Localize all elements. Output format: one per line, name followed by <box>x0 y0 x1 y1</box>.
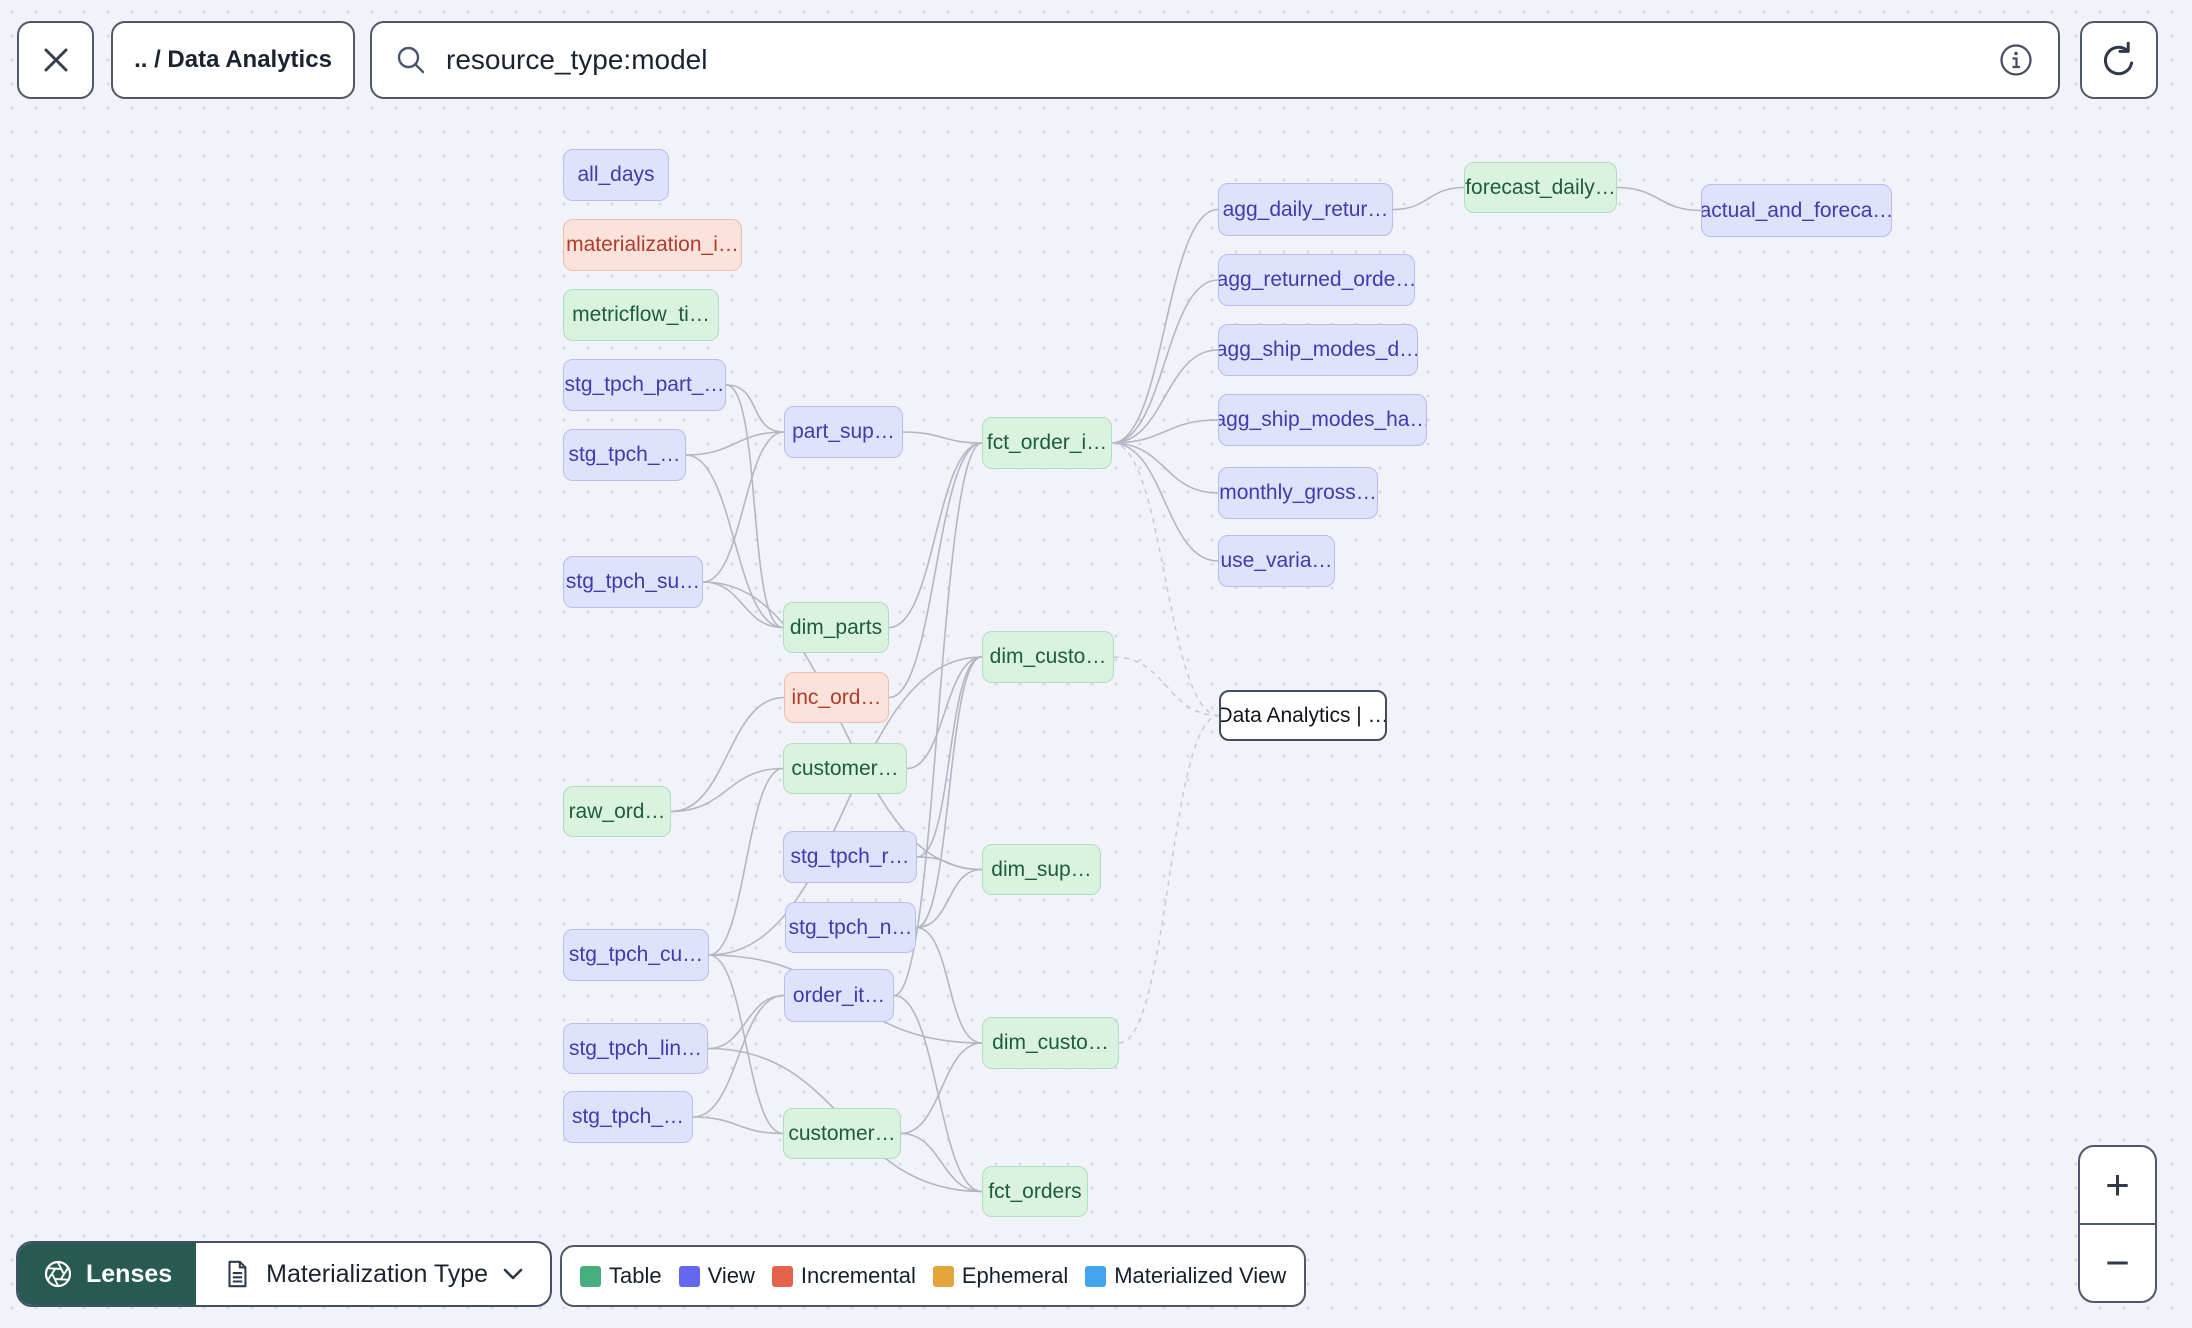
graph-node-agg_returned_orders[interactable]: agg_returned_orde… <box>1218 254 1415 306</box>
lenses-button[interactable]: Lenses <box>18 1243 197 1305</box>
graph-node-materialization_incr[interactable]: materialization_i… <box>563 219 742 271</box>
graph-node-stg_tpch_parts[interactable]: stg_tpch_part_… <box>563 359 726 411</box>
legend-item-ephemeral: Ephemeral <box>932 1263 1069 1289</box>
graph-node-forecast_daily[interactable]: forecast_daily… <box>1464 162 1617 213</box>
breadcrumb-button[interactable]: .. / Data Analytics <box>111 21 355 99</box>
minus-icon: − <box>2105 1239 2130 1286</box>
graph-node-stg_tpch_line[interactable]: stg_tpch_lin… <box>563 1023 708 1074</box>
graph-node-dim_customers_a[interactable]: dim_custo… <box>982 631 1114 683</box>
graph-node-fct_order_items[interactable]: fct_order_i… <box>982 417 1112 469</box>
graph-node-agg_ship_modes_d[interactable]: agg_ship_modes_d… <box>1218 324 1418 376</box>
graph-node-stg_tpch_a[interactable]: stg_tpch_… <box>563 429 686 481</box>
graph-node-actual_and_forecast[interactable]: actual_and_foreca… <box>1701 184 1892 237</box>
graph-node-exposure_data_analytics[interactable]: Data Analytics | … <box>1219 690 1387 741</box>
graph-node-use_varia[interactable]: use_varia… <box>1218 535 1335 587</box>
legend-item-incremental: Incremental <box>771 1263 916 1289</box>
graph-node-order_items[interactable]: order_it… <box>784 969 894 1022</box>
close-icon <box>44 48 67 72</box>
refresh-icon <box>2103 41 2134 76</box>
breadcrumb-label: .. / Data Analytics <box>134 46 332 73</box>
lenses-label: Lenses <box>86 1259 173 1288</box>
materialization-legend: Table View Incremental Ephemeral Materialize… <box>560 1245 1307 1307</box>
graph-node-stg_tpch_b[interactable]: stg_tpch_… <box>563 1091 693 1143</box>
close-button[interactable] <box>17 21 94 99</box>
zoom-in-button[interactable]: + <box>2080 1147 2155 1225</box>
graph-node-inc_ord[interactable]: inc_ord… <box>784 672 889 723</box>
lens-selector[interactable]: Materialization Type <box>196 1243 550 1305</box>
graph-node-dim_parts[interactable]: dim_parts <box>783 602 889 653</box>
graph-node-all_days[interactable]: all_days <box>563 149 669 201</box>
legend-swatch <box>771 1265 793 1287</box>
graph-node-stg_tpch_suppliers[interactable]: stg_tpch_su… <box>563 556 703 608</box>
graph-node-stg_tpch_regions[interactable]: stg_tpch_r… <box>783 831 917 883</box>
legend-label: View <box>707 1263 755 1288</box>
graph-node-dim_customers_b[interactable]: dim_custo… <box>982 1017 1119 1069</box>
graph-node-agg_daily_returns[interactable]: agg_daily_retur… <box>1218 183 1393 236</box>
graph-node-raw_orders[interactable]: raw_ord… <box>563 786 671 837</box>
legend-label: Incremental <box>800 1263 916 1288</box>
legend-item-view: View <box>678 1263 755 1289</box>
legend-item-table: Table <box>580 1263 662 1289</box>
lens-bar: Lenses Materialization Type <box>16 1241 553 1307</box>
info-icon[interactable] <box>1996 40 2036 80</box>
nodes-layer: all_days materialization_i… metricflow_ti…… <box>0 0 2192 1328</box>
legend-swatch <box>1085 1265 1107 1287</box>
zoom-controls: + − <box>2078 1145 2157 1303</box>
graph-node-part_sup[interactable]: part_sup… <box>784 406 903 458</box>
refresh-button[interactable] <box>2080 21 2158 99</box>
aperture-icon <box>44 1260 72 1288</box>
search-input[interactable] <box>444 43 1980 77</box>
legend-label: Ephemeral <box>961 1263 1069 1288</box>
graph-node-monthly_gross[interactable]: monthly_gross… <box>1218 467 1378 519</box>
lens-selector-label: Materialization Type <box>266 1259 489 1288</box>
graph-node-stg_tpch_customers[interactable]: stg_tpch_cu… <box>563 929 709 981</box>
zoom-out-button[interactable]: − <box>2080 1225 2155 1301</box>
search-icon <box>397 46 425 74</box>
graph-node-customers_a[interactable]: customer… <box>783 743 907 794</box>
legend-swatch <box>932 1265 954 1287</box>
chevron-down-icon <box>503 1268 523 1280</box>
graph-node-fct_orders[interactable]: fct_orders <box>982 1166 1088 1217</box>
legend-item-materialized-view: Materialized View <box>1085 1263 1286 1289</box>
graph-node-dim_suppliers[interactable]: dim_sup… <box>982 844 1101 895</box>
plus-icon: + <box>2105 1161 2130 1208</box>
legend-label: Table <box>609 1263 662 1288</box>
graph-node-stg_tpch_nations[interactable]: stg_tpch_n… <box>785 902 916 953</box>
legend-swatch <box>580 1265 601 1287</box>
legend-swatch <box>678 1265 700 1287</box>
document-icon <box>228 1260 247 1288</box>
graph-node-metricflow_time[interactable]: metricflow_ti… <box>563 289 719 341</box>
legend-items: Table View Incremental Ephemeral Materialize… <box>580 1263 1286 1289</box>
legend-label: Materialized View <box>1114 1263 1287 1288</box>
search-bar <box>370 21 2060 99</box>
graph-node-customers_b[interactable]: customer… <box>783 1108 901 1159</box>
graph-node-agg_ship_modes_ha[interactable]: agg_ship_modes_ha… <box>1218 394 1427 446</box>
